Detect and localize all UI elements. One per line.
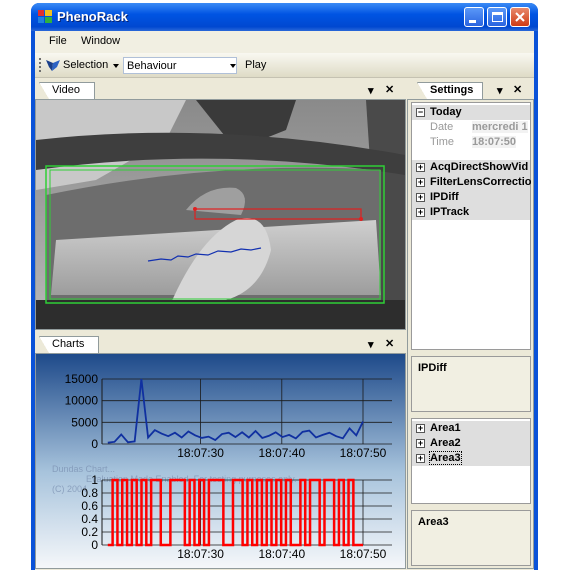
mode-combobox[interactable]: Behaviour [123, 57, 237, 74]
tab-charts-label: Charts [52, 338, 85, 350]
activity-chart-y-tick-label: 15000 [65, 372, 99, 386]
close-icon [515, 12, 525, 22]
areas-description-title: Area3 [418, 516, 449, 528]
area-item-1[interactable]: + Area1 [412, 421, 530, 436]
areas-grid[interactable]: + Area1 + Area2 + Area3 [411, 418, 531, 504]
activity-chart-x-tick-label: 18:07:40 [258, 446, 305, 460]
minimize-button[interactable] [464, 7, 484, 27]
selection-icon [46, 60, 60, 71]
expand-icon[interactable]: + [416, 454, 425, 463]
areas-description-panel: Area3 [411, 510, 531, 566]
filter-acqdirectshow[interactable]: + AcqDirectShowVid [412, 160, 530, 175]
area-item-3[interactable]: + Area3 [412, 451, 530, 466]
collapse-icon[interactable]: − [416, 108, 425, 117]
toolbar: Selection Behaviour Play [35, 53, 534, 78]
filter-iptrack[interactable]: + IPTrack [412, 205, 530, 220]
expand-icon[interactable]: + [416, 424, 425, 433]
activity-chart: 15000 10000 5000 0 18:07:30 18:07:40 18:07:50 [65, 372, 392, 460]
app-icon [38, 10, 52, 23]
settings-pane-menu-icon[interactable]: ▾ [497, 84, 503, 97]
zone-chart-x-tick-label: 18:07:50 [340, 547, 387, 561]
charts-pane-menu-icon[interactable]: ▾ [368, 338, 374, 351]
video-pane-menu-icon[interactable]: ▾ [368, 84, 374, 97]
charts-pane-close-icon[interactable]: ✕ [385, 337, 394, 350]
activity-chart-y-tick-label: 10000 [65, 394, 99, 408]
category-today[interactable]: − Today [412, 105, 530, 120]
minimize-icon [469, 20, 476, 23]
maximize-icon [492, 12, 503, 22]
zone-chart-y-tick-label: 0 [91, 538, 98, 552]
selection-button[interactable]: Selection [63, 59, 108, 71]
menu-file[interactable]: File [49, 35, 67, 47]
property-row-time[interactable]: Time 18:07:50 [412, 135, 530, 150]
settings-dock: Settings ▾ ✕ − Today Date mercredi 1 Tim [407, 78, 534, 569]
mode-dropdown-icon[interactable] [230, 64, 236, 68]
tab-video-label: Video [52, 84, 80, 96]
zone-chart: 10.80.60.40.20 18:07:30 18:07:40 18:07:50 [81, 473, 392, 561]
activity-chart-x-tick-label: 18:07:50 [340, 446, 387, 460]
zone-chart-y-tick-label: 0.6 [81, 499, 98, 513]
filter-ipdiff[interactable]: + IPDiff [412, 190, 530, 205]
app-window: PhenoRack File Window Selection Behaviou… [31, 3, 538, 570]
maximize-button[interactable] [487, 7, 507, 27]
client-area: File Window Selection Behaviour Play Vid… [35, 31, 534, 570]
expand-icon[interactable]: + [416, 193, 425, 202]
menu-window[interactable]: Window [81, 35, 120, 47]
zone-chart-y-tick-label: 0.2 [81, 525, 98, 539]
video-pane-close-icon[interactable]: ✕ [385, 83, 394, 96]
expand-icon[interactable]: + [416, 178, 425, 187]
video-dock: Video ▾ ✕ [35, 78, 406, 330]
zone-chart-x-tick-label: 18:07:40 [258, 547, 305, 561]
zone-chart-series-line [107, 478, 363, 547]
watermark-line-1: Dundas Chart... [52, 464, 115, 474]
time-value: 18:07:50 [472, 136, 517, 148]
filter-lenscorrection[interactable]: + FilterLensCorrectio [412, 175, 531, 190]
tab-video[interactable]: Video [39, 82, 95, 99]
property-row-date[interactable]: Date mercredi 1 [412, 120, 530, 135]
zone-chart-x-tick-label: 18:07:30 [177, 547, 224, 561]
play-button[interactable]: Play [245, 59, 266, 71]
expand-icon[interactable]: + [416, 163, 425, 172]
activity-chart-y-tick-label: 5000 [71, 415, 98, 429]
tab-settings-label: Settings [430, 84, 474, 96]
tab-settings[interactable]: Settings [417, 82, 483, 99]
charts-canvas: Dundas Chart... Evaluation Mode Enabled.… [52, 372, 392, 561]
charts-dock: Charts ▾ ✕ Dundas Chart... Evaluation Mo… [35, 332, 406, 569]
menu-bar: File Window [35, 31, 534, 53]
zone-chart-y-tick-label: 0.4 [81, 512, 98, 526]
title-bar: PhenoRack [31, 3, 538, 31]
activity-chart-y-tick-label: 0 [91, 437, 98, 451]
description-panel: IPDiff [411, 356, 531, 412]
close-window-button[interactable] [510, 7, 530, 27]
zone-chart-y-tick-label: 1 [91, 473, 98, 487]
area-item-2[interactable]: + Area2 [412, 436, 530, 451]
charts-view: Dundas Chart... Evaluation Mode Enabled.… [35, 353, 406, 569]
video-view[interactable] [35, 99, 406, 330]
mode-value: Behaviour [127, 60, 177, 72]
properties-grid[interactable]: − Today Date mercredi 1 Time 18:07:50 + [411, 102, 531, 350]
video-frame [36, 100, 405, 329]
activity-chart-series-line [107, 378, 364, 444]
activity-chart-x-tick-label: 18:07:30 [177, 446, 224, 460]
selection-dropdown-icon[interactable] [113, 64, 119, 68]
zone-chart-y-tick-label: 0.8 [81, 486, 98, 500]
settings-pane-close-icon[interactable]: ✕ [513, 83, 522, 96]
tab-charts[interactable]: Charts [39, 336, 99, 353]
expand-icon[interactable]: + [416, 439, 425, 448]
description-title: IPDiff [418, 362, 447, 374]
date-value: mercredi 1 [472, 121, 528, 133]
window-title: PhenoRack [57, 9, 128, 24]
settings-view: − Today Date mercredi 1 Time 18:07:50 + [407, 99, 534, 569]
expand-icon[interactable]: + [416, 208, 425, 217]
toolbar-grip[interactable] [39, 58, 41, 72]
